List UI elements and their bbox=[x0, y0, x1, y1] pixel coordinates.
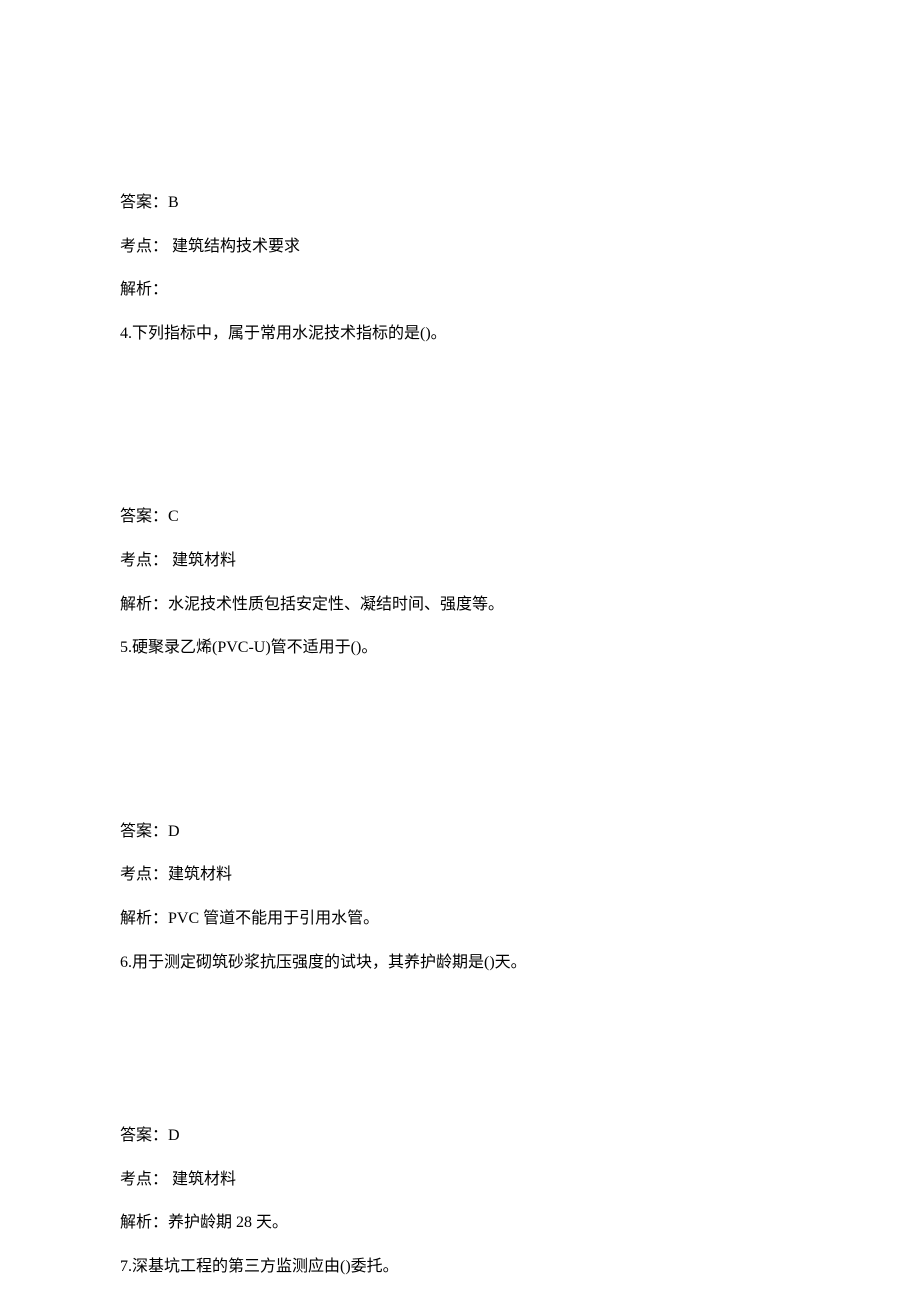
analysis-label: 解析： bbox=[120, 1214, 168, 1231]
point-label: 考点： bbox=[120, 866, 168, 883]
point-value: 建筑材料 bbox=[168, 866, 232, 883]
q5-question: 5.硬聚录乙烯(PVC-U)管不适用于()。 bbox=[120, 635, 800, 661]
q6-point: 考点： 建筑材料 bbox=[120, 1167, 800, 1193]
analysis-value: 养护龄期 28 天。 bbox=[168, 1214, 288, 1231]
answer-value: C bbox=[168, 508, 179, 525]
point-label: 考点： bbox=[120, 238, 168, 255]
answer-value: D bbox=[168, 823, 180, 840]
spacer bbox=[120, 993, 800, 1123]
spacer bbox=[120, 364, 800, 504]
q3-analysis: 解析： bbox=[120, 277, 800, 303]
q4-answer: 答案：C bbox=[120, 504, 800, 530]
q5-answer: 答案：D bbox=[120, 819, 800, 845]
analysis-label: 解析： bbox=[120, 596, 168, 613]
answer-value: D bbox=[168, 1127, 180, 1144]
answer-label: 答案： bbox=[120, 1127, 168, 1144]
q7-question: 7.深基坑工程的第三方监测应由()委托。 bbox=[120, 1254, 800, 1280]
answer-label: 答案： bbox=[120, 823, 168, 840]
q5-analysis: 解析：PVC 管道不能用于引用水管。 bbox=[120, 906, 800, 932]
q3-point: 考点： 建筑结构技术要求 bbox=[120, 234, 800, 260]
q4-point: 考点： 建筑材料 bbox=[120, 548, 800, 574]
point-value: 建筑结构技术要求 bbox=[168, 238, 300, 255]
point-label: 考点： bbox=[120, 552, 168, 569]
answer-label: 答案： bbox=[120, 194, 168, 211]
analysis-label: 解析： bbox=[120, 281, 168, 298]
point-label: 考点： bbox=[120, 1171, 168, 1188]
spacer bbox=[120, 679, 800, 819]
analysis-value: 水泥技术性质包括安定性、凝结时间、强度等。 bbox=[168, 596, 504, 613]
analysis-label: 解析： bbox=[120, 910, 168, 927]
point-value: 建筑材料 bbox=[168, 1171, 236, 1188]
q4-question: 4.下列指标中，属于常用水泥技术指标的是()。 bbox=[120, 321, 800, 347]
analysis-value: PVC 管道不能用于引用水管。 bbox=[168, 910, 379, 927]
answer-value: B bbox=[168, 194, 179, 211]
q4-analysis: 解析：水泥技术性质包括安定性、凝结时间、强度等。 bbox=[120, 592, 800, 618]
q6-answer: 答案：D bbox=[120, 1123, 800, 1149]
point-value: 建筑材料 bbox=[168, 552, 236, 569]
q5-point: 考点：建筑材料 bbox=[120, 862, 800, 888]
q3-answer: 答案：B bbox=[120, 190, 800, 216]
q6-analysis: 解析：养护龄期 28 天。 bbox=[120, 1210, 800, 1236]
answer-label: 答案： bbox=[120, 508, 168, 525]
q6-question: 6.用于测定砌筑砂浆抗压强度的试块，其养护龄期是()天。 bbox=[120, 950, 800, 976]
